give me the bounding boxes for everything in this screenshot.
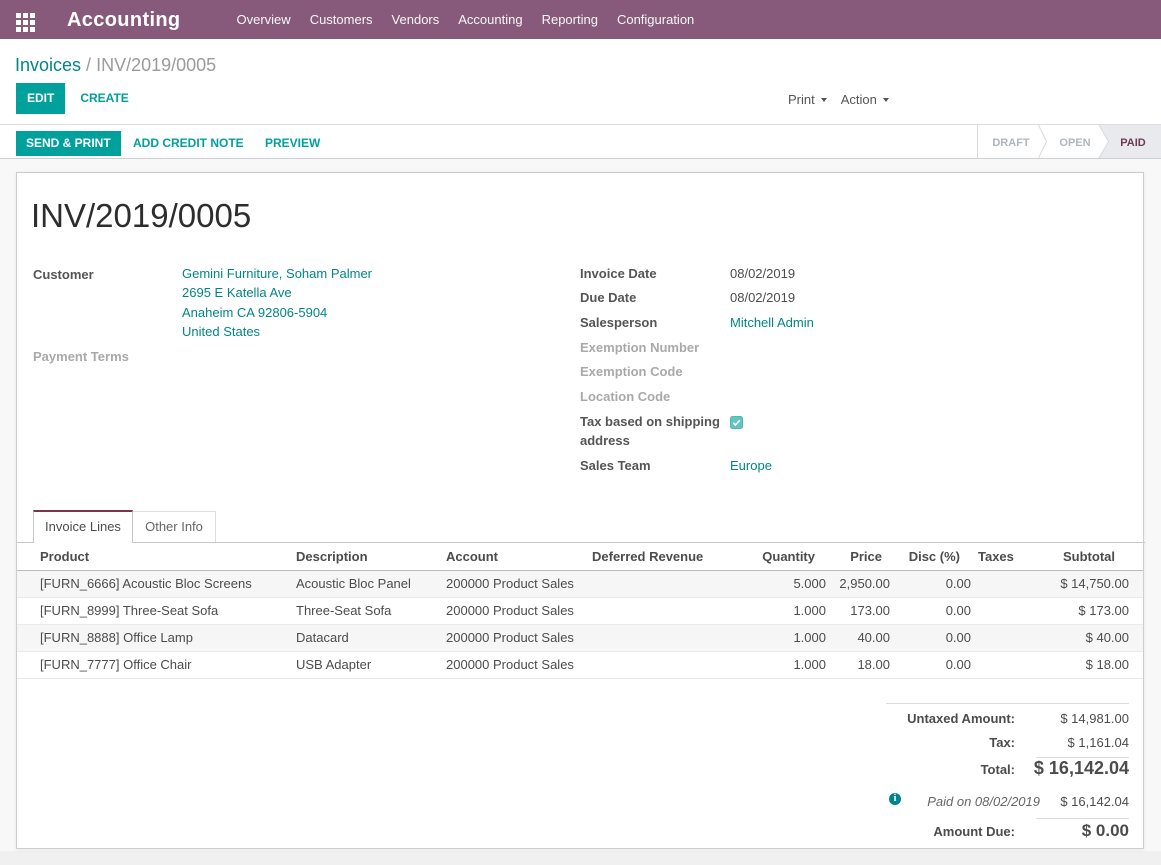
svg-text:DRAFT: DRAFT (992, 137, 1030, 149)
svg-text:OPEN: OPEN (1059, 137, 1090, 149)
svg-text:PAID: PAID (1120, 137, 1146, 149)
